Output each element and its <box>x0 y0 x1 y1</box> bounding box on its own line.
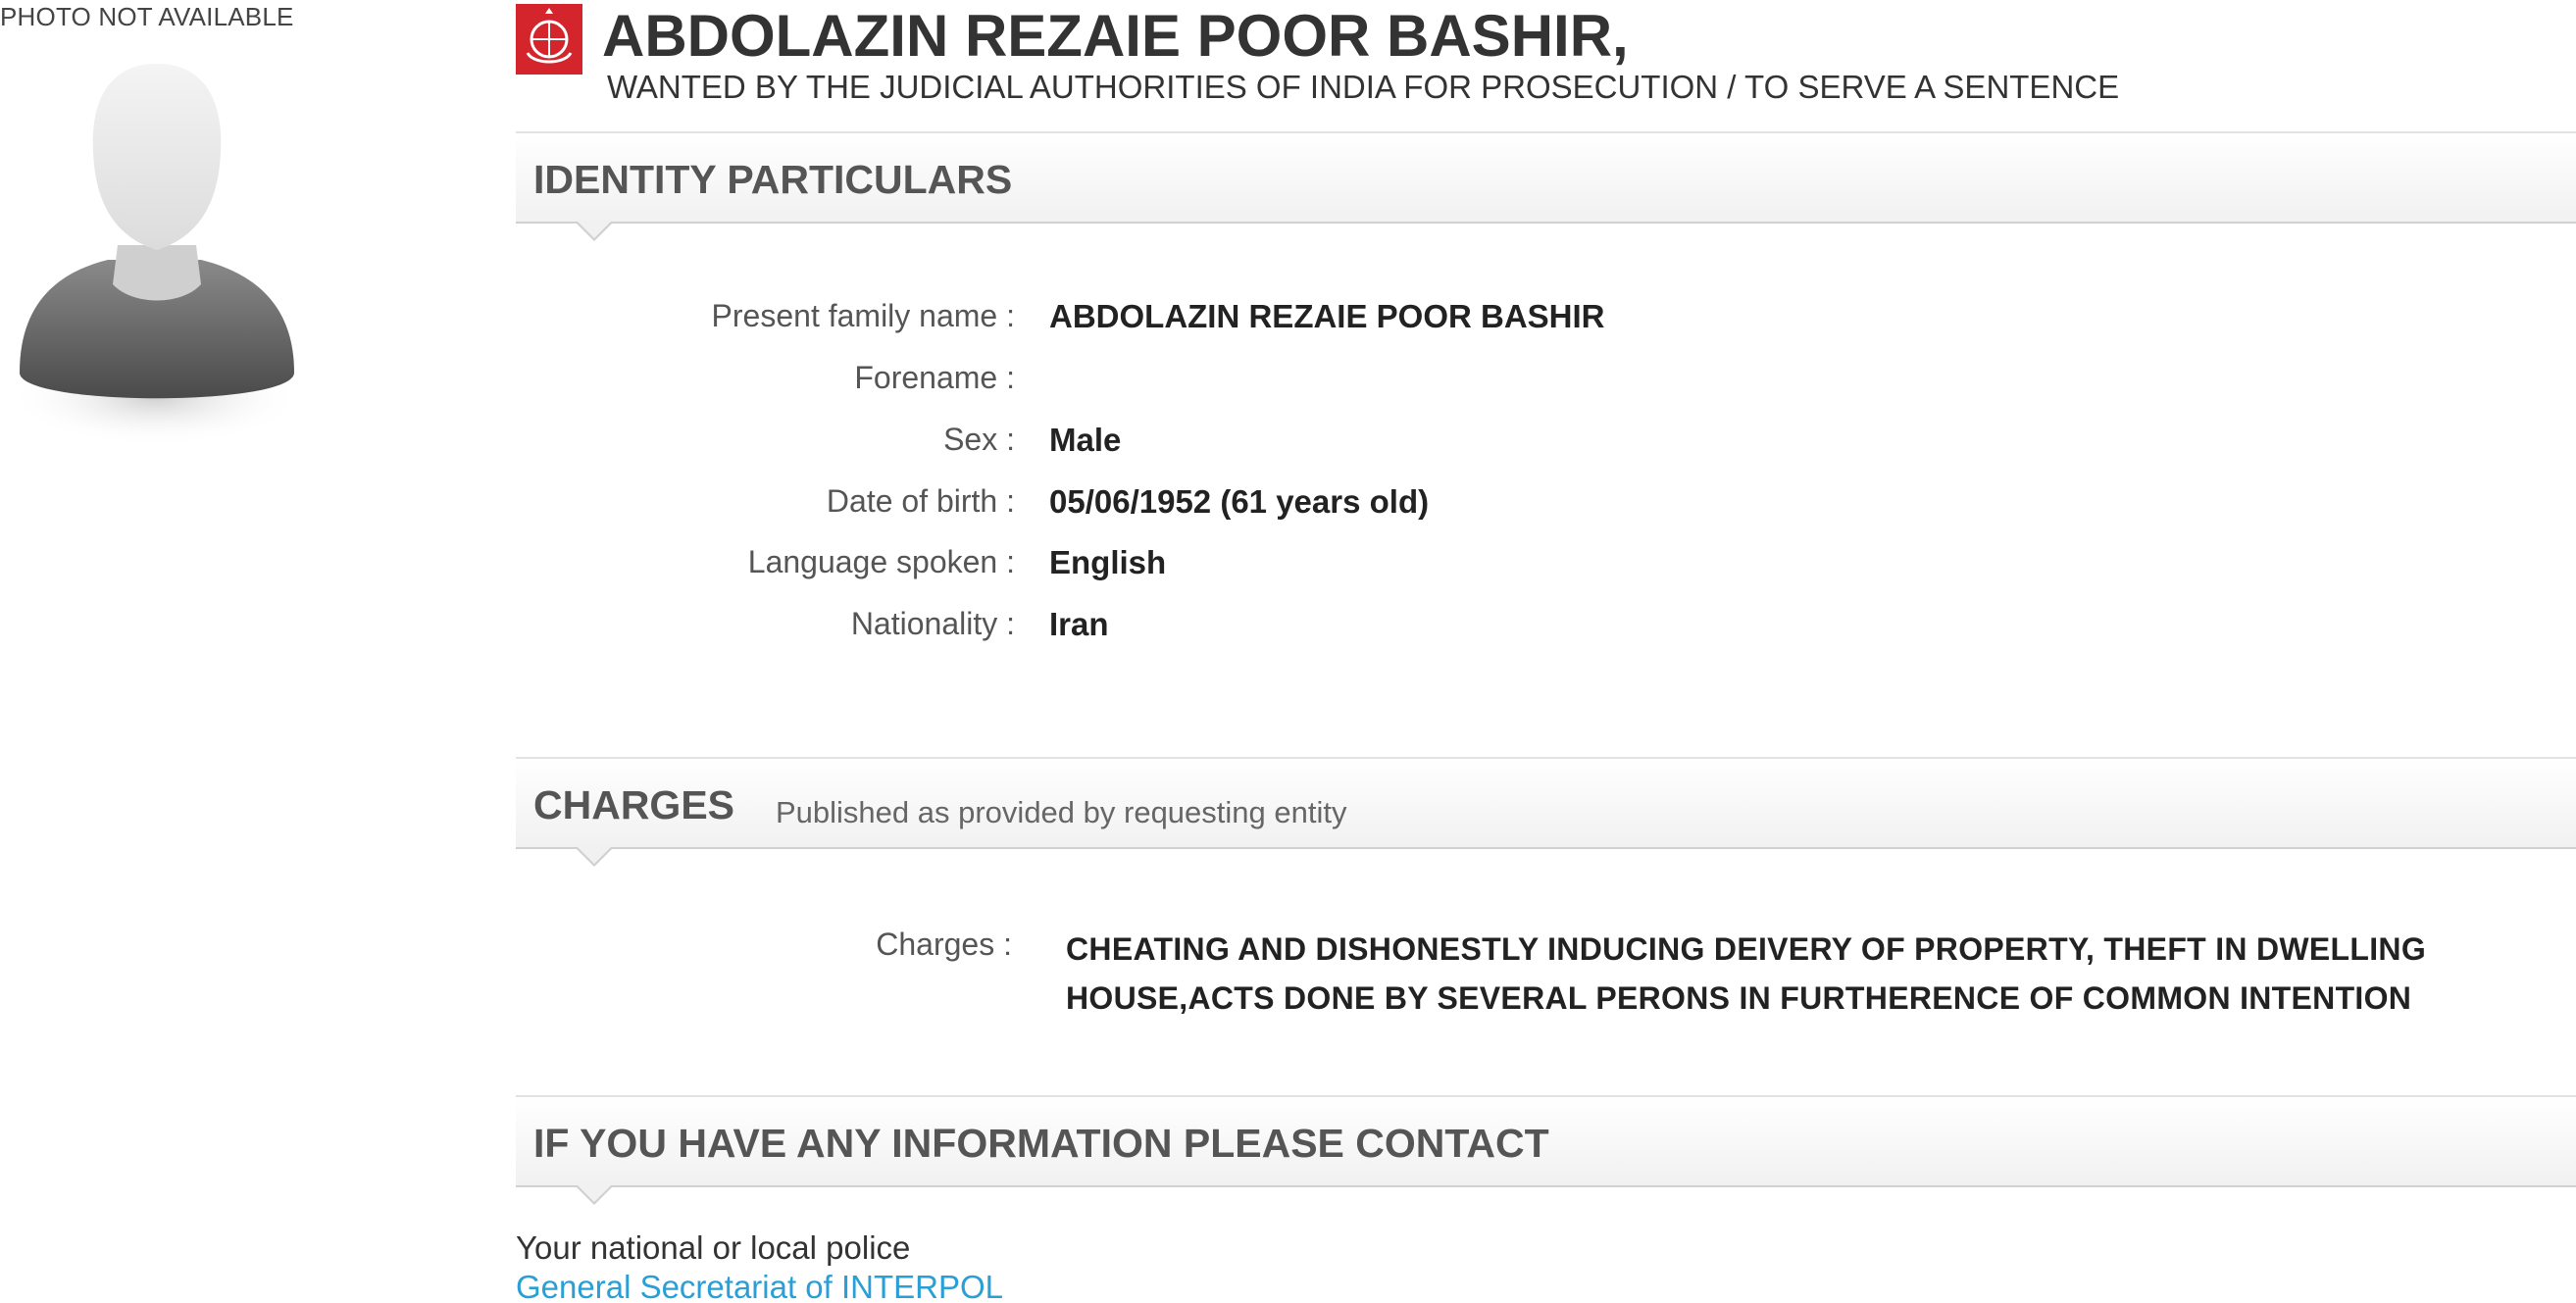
identity-row-language: Language spoken : English <box>516 544 2085 593</box>
field-value: Iran <box>1049 606 1109 642</box>
photo-not-available-label: PHOTO NOT AVAILABLE <box>0 2 294 31</box>
wanted-notice-page: PHOTO NOT AVAILABLE ABDOLAZIN REZAIE POO… <box>0 0 2576 1303</box>
identity-section-header: IDENTITY PARTICULARS <box>516 131 2576 241</box>
identity-row-forename: Forename : <box>516 360 2085 409</box>
identity-row-nationality: Nationality : Iran <box>516 606 2085 655</box>
contact-section-header: IF YOU HAVE ANY INFORMATION PLEASE CONTA… <box>516 1095 2576 1205</box>
charges-section-header: CHARGES Published as provided by request… <box>516 757 2576 867</box>
field-label: Date of birth : <box>826 483 1015 519</box>
field-label: Nationality : <box>850 606 1015 641</box>
field-label: Forename : <box>854 360 1015 395</box>
field-value: 05/06/1952 (61 years old) <box>1049 483 1430 520</box>
wanted-person-name: ABDOLAZIN REZAIE POOR BASHIR, <box>602 3 1629 69</box>
field-value: ABDOLAZIN REZAIE POOR BASHIR <box>1049 298 1605 334</box>
identity-row-sex: Sex : Male <box>516 422 2085 471</box>
person-silhouette-icon <box>0 49 314 451</box>
identity-row-family-name: Present family name : ABDOLAZIN REZAIE P… <box>516 298 2085 347</box>
interpol-emblem-icon <box>516 4 582 75</box>
section-title: CHARGES <box>533 782 735 827</box>
interpol-secretariat-link[interactable]: General Secretariat of INTERPOL <box>516 1269 1003 1303</box>
section-note: Published as provided by requesting enti… <box>776 795 1347 829</box>
charges-text-line: HOUSE,ACTS DONE BY SEVERAL PERONS IN FUR… <box>1066 980 2412 1016</box>
section-title: IDENTITY PARTICULARS <box>533 157 1013 202</box>
field-label: Sex : <box>943 422 1015 457</box>
field-label: Language spoken : <box>747 544 1015 579</box>
charges-text-line: CHEATING AND DISHONESTLY INDUCING DEIVER… <box>1066 931 2427 967</box>
field-label: Present family name : <box>711 298 1015 333</box>
contact-local-police: Your national or local police <box>516 1229 911 1266</box>
identity-row-date-of-birth: Date of birth : 05/06/1952 (61 years old… <box>516 483 2085 532</box>
section-title: IF YOU HAVE ANY INFORMATION PLEASE CONTA… <box>533 1121 1549 1166</box>
notice-subtitle: WANTED BY THE JUDICIAL AUTHORITIES OF IN… <box>607 69 2120 105</box>
charges-label: Charges : <box>876 927 1012 962</box>
field-value: English <box>1049 544 1167 580</box>
field-value: Male <box>1049 422 1122 458</box>
